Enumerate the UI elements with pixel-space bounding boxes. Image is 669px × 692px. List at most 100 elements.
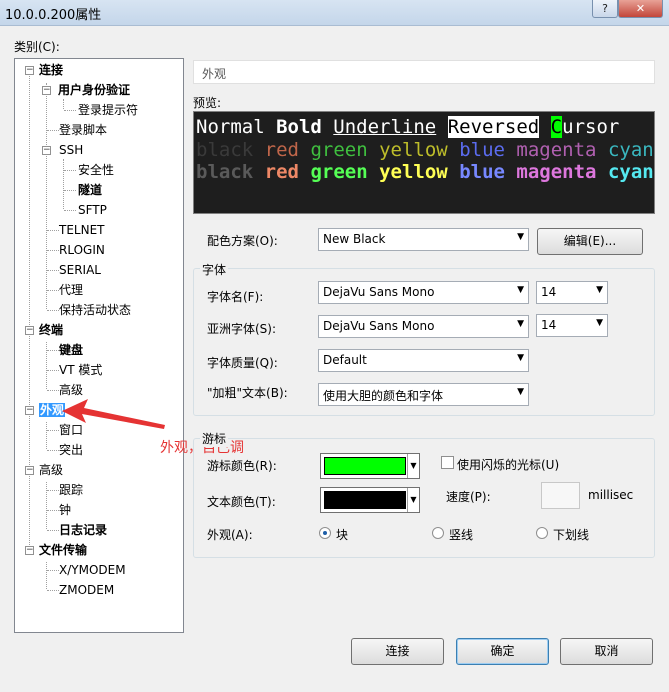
scheme-select[interactable]: New Black ▼ bbox=[318, 228, 529, 251]
preview-color-word: black bbox=[196, 138, 254, 161]
cursor-color-swatch bbox=[324, 457, 406, 475]
preview-color-word: blue bbox=[459, 138, 505, 161]
close-button[interactable]: ✕ bbox=[618, 0, 663, 18]
blink-cursor-label: 使用闪烁的光标(U) bbox=[457, 458, 560, 472]
chevron-down-icon: ▼ bbox=[517, 285, 524, 295]
tree-line bbox=[64, 210, 76, 211]
collapse-icon[interactable]: − bbox=[25, 406, 34, 415]
asian-font-size-select[interactable]: 14 ▼ bbox=[536, 314, 608, 337]
collapse-icon[interactable]: − bbox=[25, 66, 34, 75]
tree-line bbox=[47, 570, 59, 571]
tree-line bbox=[64, 110, 76, 111]
tree-item-user-auth[interactable]: 用户身份验证 bbox=[58, 81, 130, 99]
preview-row-styles: Normal Bold Underline Reversed Cursor bbox=[196, 116, 620, 138]
annotation-arrow-icon bbox=[62, 399, 165, 429]
preview-color-word: black bbox=[196, 161, 254, 183]
speed-unit: millisec bbox=[588, 488, 634, 502]
help-button[interactable]: ? bbox=[592, 0, 618, 18]
tree-item-terminal[interactable]: 终端 bbox=[39, 321, 63, 339]
tree-item-zmodem[interactable]: ZMODEM bbox=[59, 581, 114, 599]
tree-item-proxy[interactable]: 代理 bbox=[59, 281, 83, 299]
cancel-button[interactable]: 取消 bbox=[560, 638, 653, 665]
tree-item-logging[interactable]: 日志记录 bbox=[59, 521, 107, 539]
tree-item-ssh[interactable]: SSH bbox=[59, 141, 83, 159]
tree-item-sftp[interactable]: SFTP bbox=[78, 201, 107, 219]
tree-item-login-prompt[interactable]: 登录提示符 bbox=[78, 101, 138, 119]
radio-vline-label: 竖线 bbox=[449, 528, 474, 542]
cursor-color-picker[interactable]: ▼ bbox=[320, 453, 420, 479]
cursor-color-label: 游标颜色(R): bbox=[207, 459, 277, 473]
tree-item-bell[interactable]: 钟 bbox=[59, 501, 71, 519]
tree-item-security[interactable]: 安全性 bbox=[78, 161, 114, 179]
preview-color-word: magenta bbox=[516, 161, 597, 183]
tree-item-login-script[interactable]: 登录脚本 bbox=[59, 121, 107, 139]
tree-line bbox=[64, 190, 76, 191]
preview-label: 预览: bbox=[193, 96, 222, 110]
cursor-group-title: 游标 bbox=[200, 430, 229, 447]
collapse-icon[interactable]: − bbox=[25, 546, 34, 555]
tree-line bbox=[47, 510, 59, 511]
edit-scheme-button[interactable]: 编辑(E)... bbox=[537, 228, 643, 255]
tree-item-file-transfer[interactable]: 文件传输 bbox=[39, 541, 87, 559]
font-size-select[interactable]: 14 ▼ bbox=[536, 281, 608, 304]
preview-color-word: cyan bbox=[607, 138, 654, 161]
chevron-down-icon: ▼ bbox=[407, 454, 419, 478]
font-quality-label: 字体质量(Q): bbox=[207, 356, 278, 370]
font-name-label: 字体名(F): bbox=[207, 290, 264, 304]
preview-color-word: red bbox=[264, 138, 299, 161]
text-color-picker[interactable]: ▼ bbox=[320, 487, 420, 513]
tree-item-xymodem[interactable]: X/YMODEM bbox=[59, 561, 126, 579]
radio-underline[interactable] bbox=[536, 527, 548, 539]
collapse-icon[interactable]: − bbox=[42, 86, 51, 95]
blink-cursor-checkbox[interactable] bbox=[441, 456, 454, 469]
font-name-select[interactable]: DejaVu Sans Mono ▼ bbox=[318, 281, 529, 304]
tree-line bbox=[47, 290, 59, 291]
tree-item-tunnel[interactable]: 隧道 bbox=[78, 181, 102, 199]
collapse-icon[interactable]: − bbox=[42, 146, 51, 155]
collapse-icon[interactable]: − bbox=[25, 466, 34, 475]
tree-line bbox=[64, 170, 76, 171]
terminal-preview: Normal Bold Underline Reversed Cursor bl… bbox=[193, 111, 655, 214]
font-group-title: 字体 bbox=[200, 261, 229, 278]
tree-item-connection[interactable]: 连接 bbox=[39, 61, 63, 79]
radio-underline-label: 下划线 bbox=[553, 528, 590, 542]
tree-line bbox=[47, 350, 59, 351]
radio-vline[interactable] bbox=[432, 527, 444, 539]
radio-block[interactable] bbox=[319, 527, 331, 539]
chevron-down-icon: ▼ bbox=[596, 318, 603, 328]
window-title: 10.0.0.200属性 bbox=[5, 8, 102, 23]
title-bar: 10.0.0.200属性 ? ✕ bbox=[0, 0, 669, 26]
tree-line bbox=[47, 590, 59, 591]
tree-line bbox=[47, 270, 59, 271]
font-quality-select[interactable]: Default ▼ bbox=[318, 349, 529, 372]
connect-button[interactable]: 连接 bbox=[351, 638, 444, 665]
tree-line bbox=[29, 73, 30, 553]
category-tree[interactable]: − 连接 − 用户身份验证 登录提示符 登录脚本 − SSH 安全性 隧道 SF… bbox=[14, 58, 184, 633]
tree-line bbox=[63, 99, 64, 109]
speed-input[interactable] bbox=[541, 482, 580, 509]
tree-item-keyboard[interactable]: 键盘 bbox=[59, 341, 83, 359]
chevron-down-icon: ▼ bbox=[517, 319, 524, 329]
asian-font-label: 亚洲字体(S): bbox=[207, 322, 277, 336]
tree-item-vt-mode[interactable]: VT 模式 bbox=[59, 361, 102, 379]
tree-item-rlogin[interactable]: RLOGIN bbox=[59, 241, 105, 259]
tree-item-trace[interactable]: 跟踪 bbox=[59, 481, 83, 499]
tree-item-keepalive[interactable]: 保持活动状态 bbox=[59, 301, 131, 319]
tree-line bbox=[47, 430, 59, 431]
tree-item-telnet[interactable]: TELNET bbox=[59, 221, 105, 239]
tree-item-advanced-root[interactable]: 高级 bbox=[39, 461, 63, 479]
bold-text-select[interactable]: 使用大胆的颜色和字体 ▼ bbox=[318, 383, 529, 406]
preview-color-word: green bbox=[310, 138, 368, 161]
preview-row-bold-colors: black red green yellow blue magenta cyan… bbox=[196, 161, 654, 184]
tree-item-serial[interactable]: SERIAL bbox=[59, 261, 101, 279]
collapse-icon[interactable]: − bbox=[25, 326, 34, 335]
chevron-down-icon: ▼ bbox=[517, 232, 524, 242]
tree-item-highlight[interactable]: 突出 bbox=[59, 441, 83, 459]
tree-line bbox=[46, 422, 47, 449]
page-title: 外观 bbox=[193, 60, 655, 84]
asian-font-select[interactable]: DejaVu Sans Mono ▼ bbox=[318, 315, 529, 338]
ok-button[interactable]: 确定 bbox=[456, 638, 549, 665]
text-color-label: 文本颜色(T): bbox=[207, 495, 276, 509]
tree-line bbox=[47, 250, 59, 251]
tree-line bbox=[63, 159, 64, 209]
